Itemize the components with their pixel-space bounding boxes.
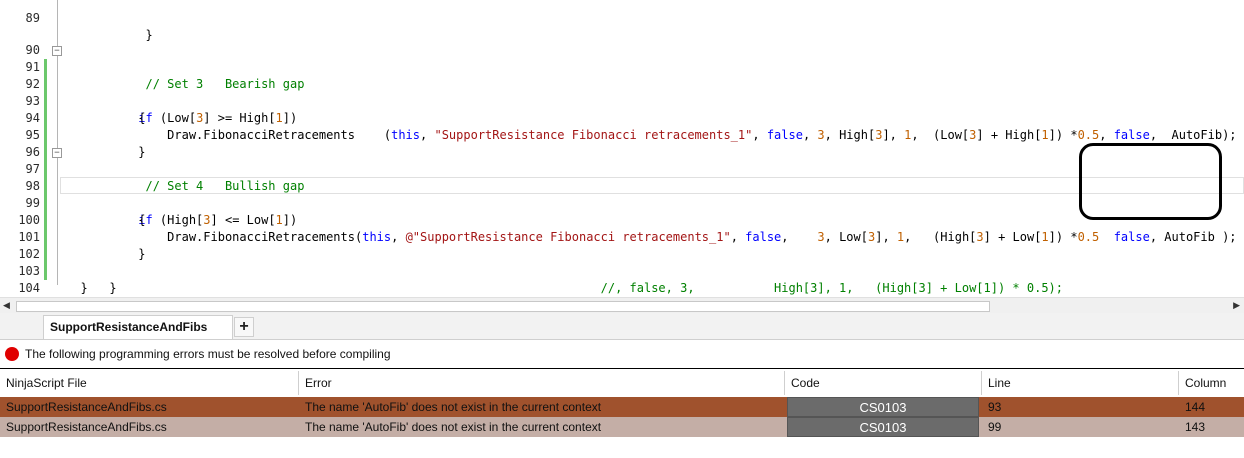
code-line[interactable]: 99 Draw.FibonacciRetracements(this, @"Su… xyxy=(0,178,1244,244)
compile-error-banner: The following programming errors must be… xyxy=(0,344,1244,364)
code-line[interactable]: 104 } xyxy=(0,263,1244,295)
cell-column: 144 xyxy=(1185,400,1206,414)
table-row[interactable]: SupportResistanceAndFibs.cs The name 'Au… xyxy=(0,397,1244,417)
table-header-row: NinjaScript File Error Code Line Column xyxy=(0,371,1244,395)
code-line[interactable]: 90 // Set 3 Bearish gap xyxy=(0,25,1244,91)
tab-supportresistanceandfibs[interactable]: SupportResistanceAndFibs xyxy=(43,315,233,339)
error-list-table: NinjaScript File Error Code Line Column … xyxy=(0,368,1244,458)
scroll-left-icon[interactable]: ◀ xyxy=(3,300,10,311)
code-line[interactable]: 98 { xyxy=(0,161,1244,227)
code-line[interactable]: 101 xyxy=(0,212,1244,263)
cell-file: SupportResistanceAndFibs.cs xyxy=(6,400,167,414)
cell-file: SupportResistanceAndFibs.cs xyxy=(6,420,167,434)
code-line[interactable]: 92 { xyxy=(0,59,1244,125)
code-line[interactable]: 103 } xyxy=(0,246,1244,295)
error-dot-icon xyxy=(5,347,19,361)
collapse-toggle-icon[interactable]: − xyxy=(52,148,62,158)
annotation-highlight-box xyxy=(1079,143,1222,220)
column-header-error[interactable]: Error xyxy=(299,371,785,395)
code-line[interactable]: 91 − if (Low[3] >= High[1]) xyxy=(0,42,1244,125)
code-editor[interactable]: 89 } 90 // Set 3 Bearish gap 91 − if (Lo… xyxy=(0,0,1244,296)
scroll-right-icon[interactable]: ▶ xyxy=(1233,300,1240,311)
collapse-toggle-icon[interactable]: − xyxy=(52,46,62,56)
cell-code: CS0103 xyxy=(787,417,979,437)
cell-line: 99 xyxy=(988,420,1002,434)
code-line[interactable]: 95 xyxy=(0,110,1244,161)
code-line[interactable]: 96 // Set 4 Bullish gap xyxy=(0,127,1244,193)
code-line[interactable]: 97 − if (High[3] <= Low[1]) xyxy=(0,144,1244,227)
table-row[interactable]: SupportResistanceAndFibs.cs The name 'Au… xyxy=(0,417,1244,437)
error-banner-text: The following programming errors must be… xyxy=(25,347,391,361)
column-header-line[interactable]: Line xyxy=(982,371,1179,395)
scrollbar-thumb[interactable] xyxy=(16,301,990,312)
add-tab-button[interactable]: + xyxy=(234,317,254,337)
horizontal-scrollbar[interactable]: ◀ ▶ xyxy=(0,297,1244,313)
column-header-column[interactable]: Column xyxy=(1179,371,1244,395)
file-tab-bar: SupportResistanceAndFibs + xyxy=(0,313,1244,340)
code-line[interactable]: 93 Draw.FibonacciRetracements (this, "Su… xyxy=(0,76,1244,142)
code-line[interactable]: 89 } xyxy=(0,0,1244,42)
cell-error: The name 'AutoFib' does not exist in the… xyxy=(305,400,602,414)
code-line[interactable]: 94 } xyxy=(0,93,1244,159)
cell-column: 143 xyxy=(1185,420,1206,434)
cell-line: 93 xyxy=(988,400,1002,414)
column-header-code[interactable]: Code xyxy=(785,371,982,395)
code-line[interactable]: 102 } //, false, 3, High[3], 1, (High[3]… xyxy=(0,229,1244,295)
code-line[interactable]: 100 } xyxy=(0,195,1244,261)
cell-code: CS0103 xyxy=(787,397,979,417)
column-header-file[interactable]: NinjaScript File xyxy=(0,371,299,395)
cell-error: The name 'AutoFib' does not exist in the… xyxy=(305,420,602,434)
code-line[interactable]: 105 xyxy=(0,280,1244,296)
